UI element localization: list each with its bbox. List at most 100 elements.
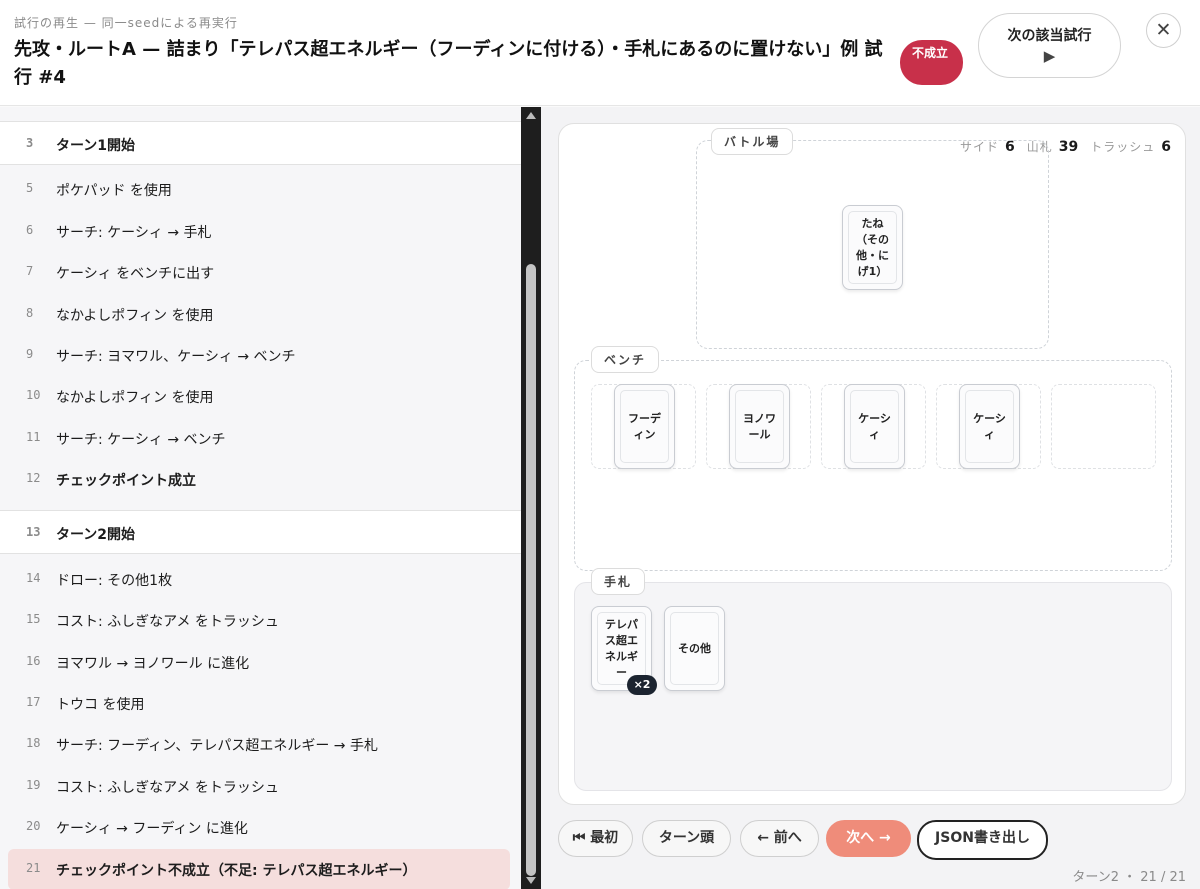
bench-card-name: ヨノワール xyxy=(735,390,784,463)
deck-count: 39 xyxy=(1058,139,1079,155)
bench-slot[interactable]: ヨノワール xyxy=(706,384,811,469)
hand-card[interactable]: その他 xyxy=(664,606,725,691)
battle-card[interactable]: たね（その他・にげ1） xyxy=(842,205,903,290)
card-count-badge: ×2 xyxy=(627,675,657,695)
page-subtitle: 試行の再生 — 同一seedによる再実行 xyxy=(14,16,238,30)
log-entry[interactable]: 14 ドロー: その他1枚 xyxy=(0,559,521,600)
action-log: 3 ターン1開始 5 ポケパッド を使用 6 サーチ: ケーシィ → 手札 7 ケーシィ をベ… xyxy=(0,107,521,889)
log-entry[interactable]: 16 ヨマワル → ヨノワール に進化 xyxy=(0,642,521,683)
log-entry-text: なかよしポフィン を使用 xyxy=(56,390,214,406)
log-entry[interactable]: 9 サーチ: ヨマワル、ケーシィ → ベンチ xyxy=(0,335,521,376)
step-progress: ターン2 ・ 21 / 21 xyxy=(1072,870,1186,885)
bench-slot[interactable]: フーディン xyxy=(591,384,696,469)
log-entry-text: サーチ: ケーシィ → ベンチ xyxy=(56,432,226,448)
hand-card-name: その他 xyxy=(670,612,719,685)
battle-zone-label: バトル場 xyxy=(711,128,794,155)
log-entry-text: チェックポイント成立 xyxy=(56,473,196,489)
log-entry-text: ターン1開始 xyxy=(56,138,136,154)
turn-head-button[interactable]: ターン頭 xyxy=(642,820,731,857)
bench-card-name: フーディン xyxy=(620,390,669,463)
next-button[interactable]: 次へ → xyxy=(826,820,911,857)
game-board: サイド 6 山札 39 トラッシュ 6 たね（その他・にげ1） バトル場 フーディン ヨノワ… xyxy=(558,123,1186,805)
log-entry-number: 13 xyxy=(26,525,41,539)
hand-zone-label: 手札 xyxy=(591,568,646,595)
header: 試行の再生 — 同一seedによる再実行 先攻・ルートA — 詰まり「テレパス超… xyxy=(0,0,1200,106)
bench-zone-label: ベンチ xyxy=(591,346,660,373)
close-icon: ✕ xyxy=(1155,19,1172,41)
log-entry-text: ターン2開始 xyxy=(56,527,136,543)
bench-card[interactable]: ヨノワール xyxy=(729,384,790,469)
battle-zone: たね（その他・にげ1） xyxy=(696,140,1049,349)
bench-slot[interactable]: ケーシィ xyxy=(936,384,1041,469)
log-entry-text: サーチ: フーディン、テレパス超エネルギー → 手札 xyxy=(56,738,378,754)
play-icon: ▶ xyxy=(1043,47,1056,65)
first-button[interactable]: ⏮ 最初 xyxy=(558,820,633,857)
next-trial-button[interactable]: 次の該当試行 ▶ xyxy=(978,13,1121,78)
log-entry[interactable]: 6 サーチ: ケーシィ → 手札 xyxy=(0,211,521,252)
log-entry[interactable]: 20 ケーシィ → フーディン に進化 xyxy=(0,807,521,848)
log-entry[interactable]: 21 チェックポイント不成立（不足: テレパス超エネルギー） xyxy=(8,849,510,889)
log-entry-text: ポケパッド を使用 xyxy=(56,183,172,199)
log-entry[interactable]: 8 なかよしポフィン を使用 xyxy=(0,294,521,335)
bench-slot[interactable]: ケーシィ xyxy=(821,384,926,469)
log-entry-number: 19 xyxy=(26,778,41,792)
log-entry-number: 5 xyxy=(26,181,34,195)
progress-current: 21 xyxy=(1140,870,1157,885)
progress-turn: ターン2 xyxy=(1072,870,1119,885)
trash-count: 6 xyxy=(1161,139,1171,155)
log-turn-header[interactable]: 3 ターン1開始 xyxy=(0,121,521,165)
bench-card[interactable]: フーディン xyxy=(614,384,675,469)
scroll-down-icon[interactable] xyxy=(526,877,536,884)
log-entry-number: 20 xyxy=(26,819,41,833)
log-entry[interactable]: 10 なかよしポフィン を使用 xyxy=(0,376,521,417)
log-entry[interactable]: 18 サーチ: フーディン、テレパス超エネルギー → 手札 xyxy=(0,724,521,765)
log-entry-text: トウコ を使用 xyxy=(56,697,145,713)
log-entry-text: ヨマワル → ヨノワール に進化 xyxy=(56,656,250,672)
log-entry[interactable]: 19 コスト: ふしぎなアメ をトラッシュ xyxy=(0,766,521,807)
log-entry-text: ドロー: その他1枚 xyxy=(56,573,173,589)
log-entry-number: 12 xyxy=(26,471,41,485)
page-title: 先攻・ルートA — 詰まり「テレパス超エネルギー（フーディンに付ける）・手札にあ… xyxy=(14,39,883,88)
battle-card-name: たね（その他・にげ1） xyxy=(848,211,897,284)
log-entry-text: ケーシィ → フーディン に進化 xyxy=(56,821,248,837)
log-entry-text: チェックポイント不成立（不足: テレパス超エネルギー） xyxy=(56,863,417,879)
log-turn-header[interactable]: 13 ターン2開始 xyxy=(0,510,521,554)
close-button[interactable]: ✕ xyxy=(1146,13,1181,48)
hand-card[interactable]: テレパス超エネルギー ×2 xyxy=(591,606,657,695)
bench-zone: フーディン ヨノワール ケーシィ ケーシィ xyxy=(574,360,1172,571)
log-entry-number: 10 xyxy=(26,388,41,402)
log-entry-number: 17 xyxy=(26,695,41,709)
scroll-up-icon[interactable] xyxy=(526,112,536,119)
log-entry-number: 15 xyxy=(26,612,41,626)
scroll-thumb[interactable] xyxy=(526,264,536,876)
hand-zone: テレパス超エネルギー ×2 その他 xyxy=(574,582,1172,791)
log-entry[interactable]: 15 コスト: ふしぎなアメ をトラッシュ xyxy=(0,600,521,641)
log-entry-number: 9 xyxy=(26,347,34,361)
log-entry-number: 14 xyxy=(26,571,41,585)
log-entry[interactable]: 12 チェックポイント成立 xyxy=(0,459,521,500)
log-entry-number: 8 xyxy=(26,306,34,320)
log-entry-text: ケーシィ をベンチに出す xyxy=(56,266,215,282)
board-area: サイド 6 山札 39 トラッシュ 6 たね（その他・にげ1） バトル場 フーディン ヨノワ… xyxy=(541,107,1200,889)
prev-button[interactable]: ← 前へ xyxy=(740,820,819,857)
log-entry-text: コスト: ふしぎなアメ をトラッシュ xyxy=(56,614,279,630)
log-entry[interactable]: 11 サーチ: ケーシィ → ベンチ xyxy=(0,418,521,459)
log-entry[interactable]: 5 ポケパッド を使用 xyxy=(0,169,521,210)
export-json-button[interactable]: JSON書き出し xyxy=(917,820,1048,860)
log-entry-number: 21 xyxy=(26,861,41,875)
log-entry-number: 6 xyxy=(26,223,34,237)
trash-label: トラッシュ xyxy=(1090,140,1156,154)
log-entry-text: コスト: ふしぎなアメ をトラッシュ xyxy=(56,780,279,796)
next-trial-label: 次の該当試行 xyxy=(1007,28,1092,44)
log-entry[interactable]: 7 ケーシィ をベンチに出す xyxy=(0,252,521,293)
status-badge: 不成立 xyxy=(900,40,963,85)
log-scrollbar[interactable] xyxy=(521,107,541,889)
log-entry-number: 18 xyxy=(26,736,41,750)
bench-card[interactable]: ケーシィ xyxy=(844,384,905,469)
log-entry-text: サーチ: ヨマワル、ケーシィ → ベンチ xyxy=(56,349,296,365)
log-entry-number: 16 xyxy=(26,654,41,668)
log-entry-text: なかよしポフィン を使用 xyxy=(56,308,214,324)
log-entry[interactable]: 17 トウコ を使用 xyxy=(0,683,521,724)
bench-card[interactable]: ケーシィ xyxy=(959,384,1020,469)
bench-slot[interactable] xyxy=(1051,384,1156,469)
